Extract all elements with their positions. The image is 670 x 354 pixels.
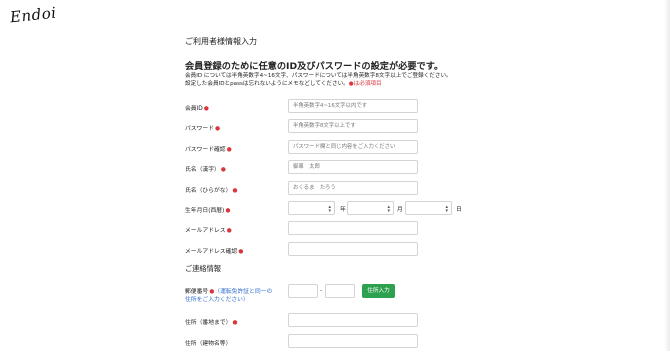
required-mark: ● <box>226 146 232 153</box>
address-lookup-button[interactable]: 住所入力 <box>362 284 395 299</box>
birth-year-select[interactable]: ▴ ▾ <box>288 200 335 215</box>
email-input[interactable] <box>288 221 418 236</box>
section-title-user-info: ご利用者様情報入力 <box>185 37 257 46</box>
name-kanji-label: 氏名（漢字）● <box>185 164 226 173</box>
password-label: パスワード● <box>185 123 220 132</box>
email-label-text: メールアドレス <box>185 228 226 235</box>
address1-input[interactable] <box>288 313 418 328</box>
email-confirm-input[interactable] <box>288 241 418 256</box>
site-logo[interactable]: Endoi <box>9 4 57 27</box>
zip-note-2: 住所をご入力ください） <box>185 297 249 304</box>
zip-dash: - <box>320 287 323 295</box>
address2-label: 住所（建物名等） <box>185 338 231 347</box>
birthdate-row: 生年月日(西暦)● ▴ ▾ 年 ▴ ▾ 月 ▴ ▾ 日 <box>185 200 485 221</box>
member-id-label: 会員ID● <box>185 103 209 112</box>
intro-title: 会員登録のために任意のID及びパスワードの設定が必要です。 <box>185 61 444 72</box>
name-kanji-row: 氏名（漢字）● 御車 太郎 <box>185 160 485 180</box>
password-label-text: パスワード <box>185 126 214 133</box>
intro-line-2: 設定した会員IDとpassは忘れないようにメモなどしてください。●は必須項目 <box>185 80 485 88</box>
zip-first-input[interactable] <box>288 284 318 299</box>
password-confirm-input[interactable]: パスワード欄と同じ内容をご入力ください <box>288 139 418 154</box>
email-row: メールアドレス● <box>185 221 485 241</box>
name-kana-row: 氏名（ひらがな）● おくるま たろう <box>185 180 485 201</box>
required-mark: ● <box>225 207 231 214</box>
required-mark: ● <box>232 320 238 327</box>
required-legend: ●は必須項目 <box>348 81 382 87</box>
email-confirm-row: メールアドレス確認● <box>185 241 485 262</box>
select-arrows-icon: ▴ ▾ <box>445 203 448 214</box>
section-title-contact: ご連絡情報 <box>185 264 221 274</box>
name-kana-input[interactable]: おくるま たろう <box>288 180 418 195</box>
page-edge-shadow <box>664 0 670 351</box>
zip-label: 郵便番号●（運転免許証と同一の 住所をご入力ください） <box>185 288 272 304</box>
name-kana-label-text: 氏名（ひらがな） <box>185 187 232 194</box>
registration-form-page: ご利用者様情報入力 会員登録のために任意のID及びパスワードの設定が必要です。 … <box>185 36 485 354</box>
required-mark: ● <box>226 228 232 235</box>
intro-line-1: 会員ID については半角英数字4~16文字、パスワードについては半角英数字8文字… <box>185 73 452 79</box>
password-row: パスワード● 半角英数字8文字以上です <box>185 119 485 139</box>
required-mark: ● <box>215 126 221 133</box>
address2-label-text: 住所（建物名等） <box>185 340 232 347</box>
birth-year-unit: 年 <box>340 206 346 213</box>
zip-label-text: 郵便番号 <box>185 289 209 296</box>
select-arrows-icon: ▴ ▾ <box>328 203 331 214</box>
member-id-input[interactable]: 半角英数字4~16文字以内です <box>288 99 418 113</box>
address2-input[interactable] <box>288 333 418 348</box>
required-mark: ● <box>238 248 244 255</box>
password-confirm-row: パスワード確認● パスワード欄と同じ内容をご入力ください <box>185 139 485 160</box>
birth-day-unit: 日 <box>456 206 462 213</box>
password-confirm-label-text: パスワード確認 <box>185 146 226 153</box>
user-info-form: 会員ID● 半角英数字4~16文字以内です パスワード● 半角英数字8文字以上で… <box>185 99 485 354</box>
required-mark: ● <box>220 167 226 174</box>
address1-label: 住所（番地まで）● <box>185 317 237 326</box>
name-kanji-input[interactable]: 御車 太郎 <box>288 160 418 175</box>
password-input[interactable]: 半角英数字8文字以上です <box>288 119 418 134</box>
name-kanji-label-text: 氏名（漢字） <box>185 167 220 174</box>
email-label: メールアドレス● <box>185 225 232 234</box>
name-kana-label: 氏名（ひらがな）● <box>185 185 237 194</box>
required-mark: ● <box>203 106 209 112</box>
zip-second-input[interactable] <box>325 284 355 299</box>
required-mark: ● <box>232 187 238 194</box>
address1-row: 住所（番地まで）● <box>185 313 485 333</box>
zip-row: 郵便番号●（運転免許証と同一の 住所をご入力ください） - 住所入力 <box>185 284 485 313</box>
member-id-row: 会員ID● 半角英数字4~16文字以内です <box>185 99 485 119</box>
birth-day-select[interactable]: ▴ ▾ <box>405 200 452 215</box>
member-id-label-text: 会員ID <box>185 106 203 112</box>
intro-line-2-text: 設定した会員IDとpassは忘れないようにメモなどしてください。 <box>185 81 349 87</box>
birth-month-select[interactable]: ▴ ▾ <box>347 200 394 215</box>
birth-month-unit: 月 <box>397 206 403 213</box>
zip-note: （運転免許証と同一の <box>214 289 273 296</box>
address1-label-text: 住所（番地まで） <box>185 320 232 327</box>
birthdate-label-text: 生年月日(西暦) <box>185 207 225 214</box>
email-confirm-label: メールアドレス確認● <box>185 246 243 255</box>
email-confirm-label-text: メールアドレス確認 <box>185 248 238 255</box>
birthdate-label: 生年月日(西暦)● <box>185 205 230 214</box>
select-arrows-icon: ▴ ▾ <box>387 203 390 214</box>
password-confirm-label: パスワード確認● <box>185 144 232 153</box>
